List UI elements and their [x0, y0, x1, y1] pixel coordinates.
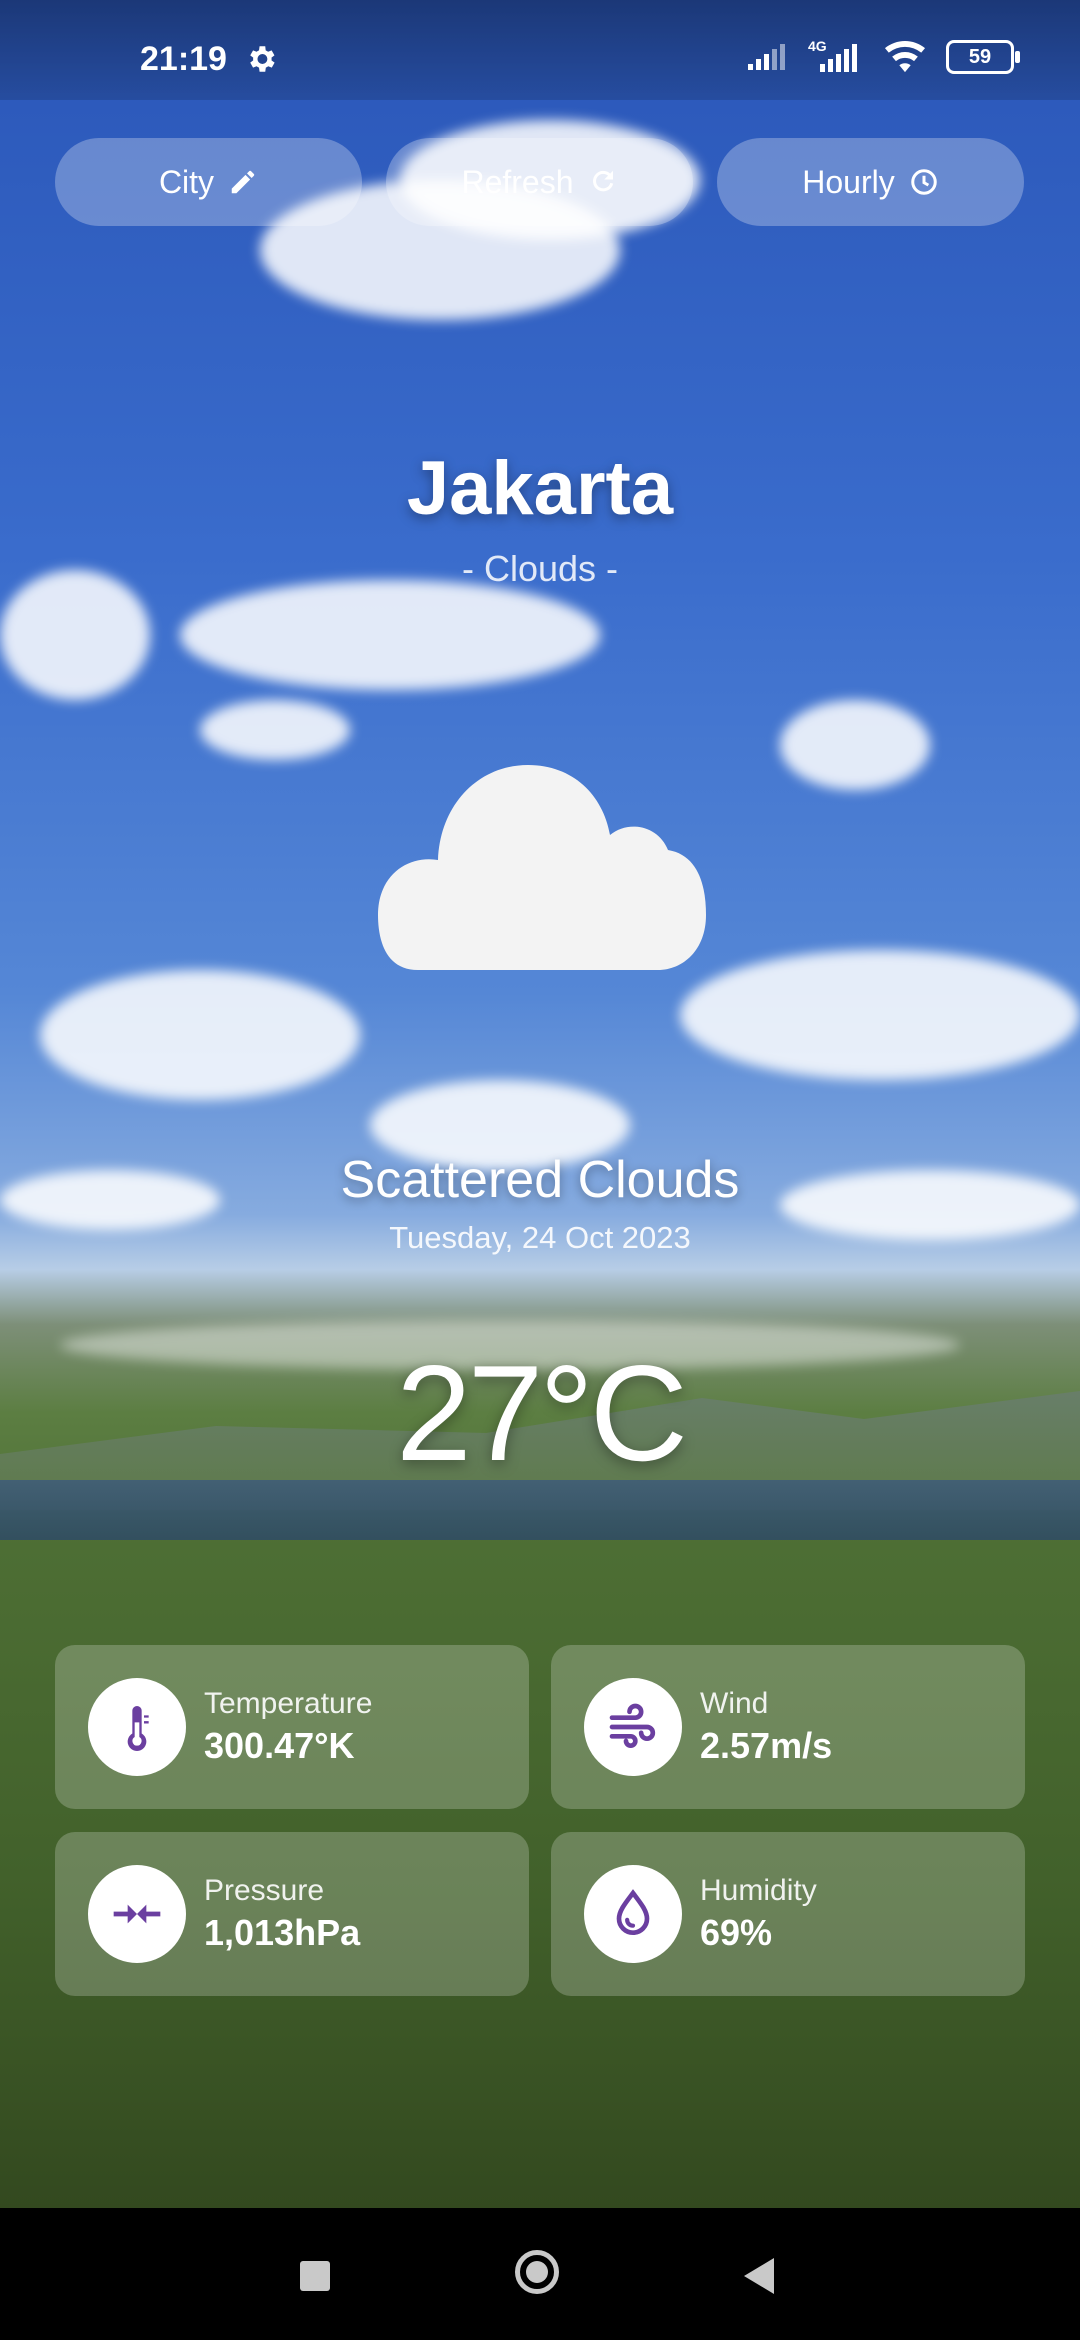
weather-description: Scattered Clouds [340, 1151, 740, 1209]
signal-4g-icon: 4G [808, 38, 864, 74]
card-label: Pressure [204, 1874, 325, 1907]
weather-condition: - Clouds - [461, 548, 619, 589]
thermometer-icon [127, 1706, 149, 1751]
status-time: 21:19 [140, 40, 227, 78]
top-button-bar: City Refresh Hourly [55, 138, 1024, 226]
home-button[interactable] [515, 2250, 559, 2294]
recents-button[interactable] [300, 2261, 330, 2291]
current-temperature: 27°C [396, 1337, 688, 1489]
card-label: Wind [700, 1687, 769, 1720]
city-button-label: City [158, 163, 215, 200]
temperature-card: Temperature 300.47°K [55, 1645, 529, 1809]
wind-icon [609, 1703, 656, 1748]
wind-card: Wind 2.57m/s [551, 1645, 1025, 1809]
wifi-icon [884, 41, 926, 73]
status-bar: 21:19 4G 59 [0, 0, 1080, 100]
back-button[interactable] [744, 2258, 774, 2294]
refresh-button[interactable]: Refresh [386, 138, 693, 226]
city-button[interactable]: City [55, 138, 362, 226]
card-label: Temperature [204, 1687, 373, 1720]
gear-icon [250, 46, 275, 72]
city-name: Jakarta [406, 446, 674, 531]
pressure-card: Pressure 1,013hPa [55, 1832, 529, 1996]
pressure-icon [113, 1904, 161, 1924]
hourly-button[interactable]: Hourly [717, 138, 1024, 226]
cloud-icon [378, 765, 706, 970]
card-value: 69% [700, 1912, 773, 1953]
pencil-icon [231, 170, 255, 194]
refresh-button-label: Refresh [461, 163, 574, 200]
weather-date: Tuesday, 24 Oct 2023 [389, 1220, 691, 1255]
humidity-card: Humidity 69% [551, 1832, 1025, 1996]
battery-indicator: 59 [946, 40, 1020, 74]
refresh-icon [592, 170, 613, 192]
hourly-button-label: Hourly [802, 163, 895, 200]
clock-icon [910, 169, 937, 195]
card-label: Humidity [700, 1874, 817, 1907]
signal-icon [748, 44, 785, 70]
card-value: 1,013hPa [204, 1912, 361, 1953]
card-value: 300.47°K [204, 1725, 355, 1766]
droplet-icon [616, 1889, 650, 1935]
card-value: 2.57m/s [700, 1725, 833, 1766]
